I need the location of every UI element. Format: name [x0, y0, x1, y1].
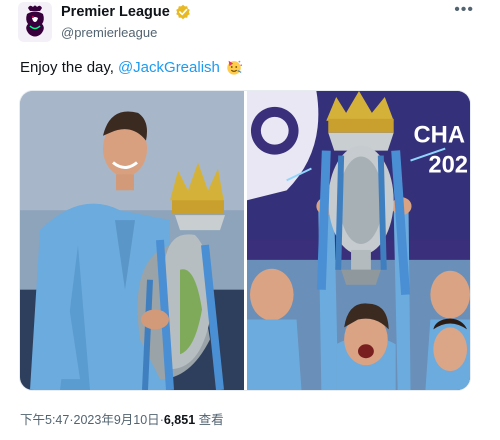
tweet: Premier League @premierleague ••• Enjoy … — [0, 0, 500, 440]
more-options-icon[interactable]: ••• — [454, 2, 474, 18]
tweet-body: Enjoy the day, — [20, 58, 114, 76]
player-kissing-trophy-image — [20, 91, 244, 390]
post-time[interactable]: 下午5:47 — [20, 413, 69, 427]
view-count: 6,851 — [163, 413, 196, 427]
banner-text-1: CHA — [414, 122, 466, 149]
post-date[interactable]: 2023年9月10日 — [74, 413, 160, 427]
author-handle[interactable]: @premierleague — [61, 25, 157, 40]
party-face-emoji-icon — [227, 60, 242, 75]
tweet-meta: 下午5:47·2023年9月10日·6,851 查看 — [20, 409, 224, 428]
player-kissing-trophy-photo[interactable] — [20, 91, 244, 390]
author-avatar[interactable] — [18, 2, 52, 42]
player-lifting-trophy-photo[interactable]: CHA 202 — [247, 91, 470, 390]
author-name-text: Premier League — [61, 4, 170, 20]
author-name[interactable]: Premier League — [61, 4, 191, 20]
tweet-text: Enjoy the day, @JackGrealish — [20, 58, 243, 76]
player-lifting-trophy-image: CHA 202 — [247, 91, 470, 390]
views-label: 查看 — [198, 413, 224, 427]
media-gallery: CHA 202 — [19, 90, 471, 391]
premier-league-lion-logo-icon — [26, 5, 44, 37]
verified-badge-icon — [176, 4, 190, 20]
banner-text-2: 202 — [428, 151, 468, 178]
mention-link[interactable]: @JackGrealish — [118, 59, 220, 76]
